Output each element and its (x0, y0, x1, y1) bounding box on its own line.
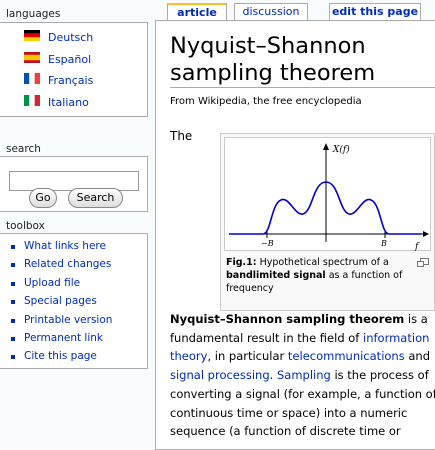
toolbox-link[interactable]: Related changes (24, 258, 111, 270)
bullet-icon (11, 300, 15, 304)
toolbox-link[interactable]: Cite this page (24, 350, 97, 362)
tab-article[interactable]: article (167, 3, 227, 20)
tick-label-neg-b: −B (261, 239, 274, 248)
axis-y-label: X(f) (332, 144, 350, 155)
caption-text: Hypothetical spectrum of a (256, 257, 389, 268)
toolbox-link[interactable]: Upload file (24, 277, 80, 289)
spectrum-plot: X(f) f −B B (229, 143, 429, 252)
para-text-2: , in particular (207, 349, 288, 364)
flag-fr-icon (24, 73, 40, 84)
spectrum-curve (229, 181, 421, 235)
link-sampling[interactable]: Sampling (277, 368, 331, 382)
toolbox-item-upload-file[interactable]: Upload file (11, 276, 141, 292)
page-title: Nyquist–Shannon sampling theorem (170, 33, 376, 86)
lead-paragraph: Nyquist–Shannon sampling theorem is a fu… (170, 310, 435, 441)
page-subtitle: From Wikipedia, the free encyclopedia (170, 96, 362, 107)
lead-word: The (170, 129, 193, 143)
bullet-icon (11, 245, 15, 249)
toolbox-portlet: What links here Related changes Upload f… (0, 233, 148, 369)
article-content: Nyquist–Shannon sampling theorem From Wi… (155, 20, 435, 450)
bold-term: Nyquist–Shannon sampling theorem (170, 312, 405, 326)
link-signal-processing[interactable]: signal processing (170, 368, 270, 382)
languages-portlet: Deutsch Español Français Italiano (0, 22, 148, 117)
flag-de-icon (24, 30, 40, 41)
go-button[interactable]: Go (29, 188, 57, 208)
bullet-icon (11, 319, 15, 323)
tab-edit-label[interactable]: edit this page (332, 5, 418, 18)
figure-caption: Fig.1: Hypothetical spectrum of a bandli… (226, 256, 426, 295)
para-text-4: . (269, 368, 277, 383)
lang-link-deutsch[interactable]: Deutsch (48, 31, 93, 44)
toolbox-item-printable-version[interactable]: Printable version (11, 313, 141, 329)
toolbox-link[interactable]: Permanent link (24, 332, 103, 344)
lang-link-espanol[interactable]: Español (48, 53, 91, 66)
search-heading: search (6, 143, 41, 155)
search-button[interactable]: Search (68, 188, 123, 208)
bullet-icon (11, 355, 15, 359)
toolbox-item-related-changes[interactable]: Related changes (11, 257, 141, 273)
toolbox-item-permanent-link[interactable]: Permanent link (11, 331, 141, 347)
flag-it-icon (24, 95, 40, 106)
caption-prefix: Fig.1: (226, 257, 257, 268)
lang-link-italiano[interactable]: Italiano (48, 96, 89, 109)
tab-discussion-label[interactable]: discussion (242, 5, 299, 18)
tab-discussion[interactable]: discussion (234, 3, 308, 20)
para-text-3: and (404, 349, 430, 364)
enlarge-icon[interactable] (417, 258, 429, 267)
link-telecommunications[interactable]: telecommunications (288, 349, 405, 363)
toolbox-link[interactable]: Printable version (24, 314, 112, 326)
toolbox-link[interactable]: What links here (24, 240, 106, 252)
lang-link-francais[interactable]: Français (48, 74, 93, 87)
bullet-icon (11, 263, 15, 267)
toolbox-item-what-links-here[interactable]: What links here (11, 239, 141, 255)
caption-link-bandlimited-signal[interactable]: bandlimited signal (226, 270, 326, 281)
axis-x-label: f (414, 242, 420, 252)
toolbox-heading: toolbox (6, 220, 45, 232)
tab-edit[interactable]: edit this page (329, 3, 421, 20)
flag-es-icon (24, 52, 40, 63)
spectrum-figure[interactable]: X(f) f −B B (224, 137, 431, 252)
bullet-icon (11, 337, 15, 341)
title-divider (170, 87, 435, 88)
figure-thumbnail: X(f) f −B B Fig.1: Hypothetical spectrum… (220, 133, 435, 311)
toolbox-link[interactable]: Special pages (24, 295, 97, 307)
toolbox-item-special-pages[interactable]: Special pages (11, 294, 141, 310)
tab-article-label[interactable]: article (177, 6, 217, 19)
tick-label-b: B (380, 239, 387, 248)
languages-heading: languages (6, 8, 61, 20)
bullet-icon (11, 282, 15, 286)
search-portlet: Go Search (0, 156, 148, 212)
toolbox-item-cite-this-page[interactable]: Cite this page (11, 349, 141, 365)
